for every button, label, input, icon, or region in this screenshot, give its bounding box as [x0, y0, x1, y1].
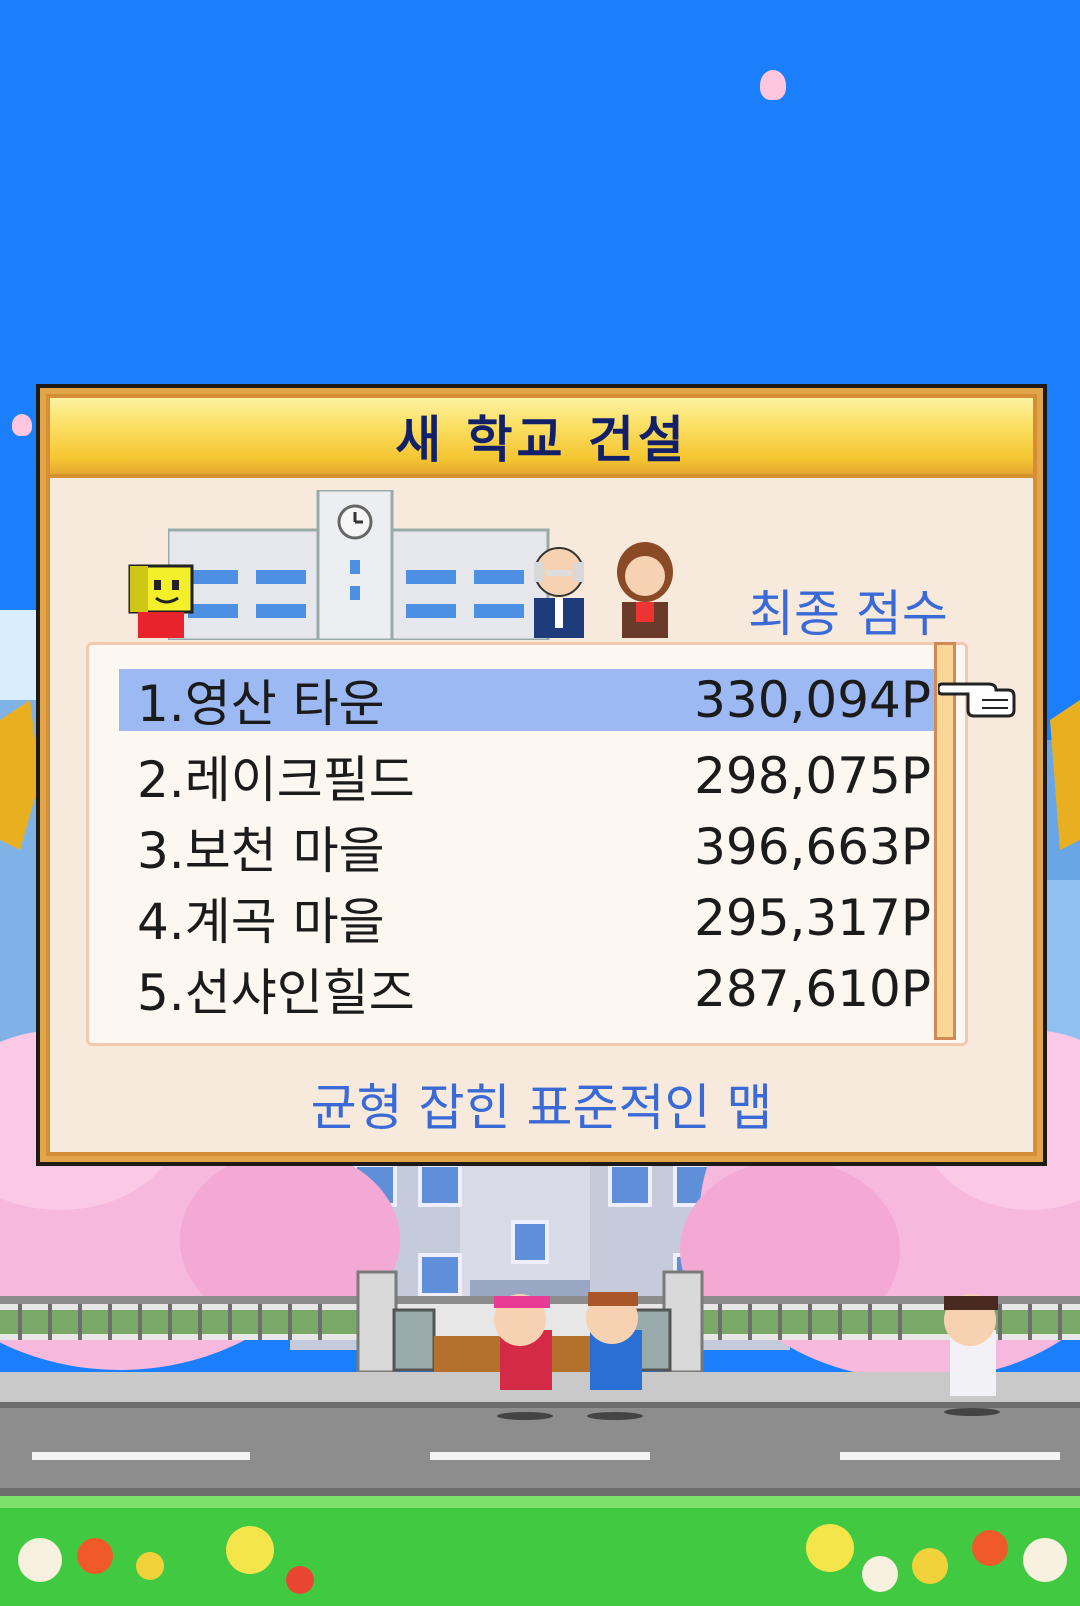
- teacher-character-icon: [614, 542, 676, 642]
- ranking-row[interactable]: 2.레이크필드 298,075P: [119, 740, 949, 811]
- ranking-row[interactable]: 3.보천 마을 396,663P: [119, 811, 949, 882]
- dialog-title: 새 학교 건설: [395, 411, 688, 469]
- sakura-petal: [12, 414, 32, 436]
- ranking-row[interactable]: 4.계곡 마을 295,317P: [119, 882, 949, 953]
- ranking-score: 396,663P: [694, 817, 931, 876]
- ranking-map-name: 2.레이크필드: [137, 750, 415, 809]
- sakura-petal: [760, 70, 786, 100]
- ranking-score: 330,094P: [694, 671, 931, 729]
- map-description: 균형 잡힌 표준적인 맵: [310, 1079, 773, 1137]
- ranking-map-name: 1.영산 타운: [137, 675, 385, 733]
- mascot-robot-icon: [126, 558, 196, 642]
- principal-character-icon: [528, 542, 590, 642]
- dialog-body: 새 학교 건설 최종 점수 1.영산 타운 330,094P 2.레이크필드 2…: [46, 394, 1037, 1156]
- ranking-list: 1.영산 타운 330,094P 2.레이크필드 298,075P 3.보천 마…: [119, 669, 949, 1024]
- dialog-frame: 새 학교 건설 최종 점수 1.영산 타운 330,094P 2.레이크필드 2…: [40, 388, 1043, 1162]
- ranking-map-name: 5.선샤인힐즈: [137, 963, 415, 1022]
- dialog-titlebar: 새 학교 건설: [50, 398, 1033, 478]
- ranking-score: 298,075P: [694, 746, 931, 805]
- new-school-dialog: 새 학교 건설 최종 점수 1.영산 타운 330,094P 2.레이크필드 2…: [36, 384, 1047, 1166]
- ranking-panel: 1.영산 타운 330,094P 2.레이크필드 298,075P 3.보천 마…: [86, 642, 968, 1046]
- ranking-row[interactable]: 5.선샤인힐즈 287,610P: [119, 953, 949, 1024]
- pointing-hand-icon: [936, 670, 1018, 720]
- ranking-map-name: 4.계곡 마을: [137, 892, 385, 951]
- ranking-map-name: 3.보천 마을: [137, 821, 385, 880]
- ranking-row[interactable]: 1.영산 타운 330,094P: [119, 669, 949, 733]
- ranking-score: 287,610P: [694, 959, 931, 1018]
- ranking-score: 295,317P: [694, 888, 931, 947]
- final-score-label: 최종 점수: [748, 585, 948, 643]
